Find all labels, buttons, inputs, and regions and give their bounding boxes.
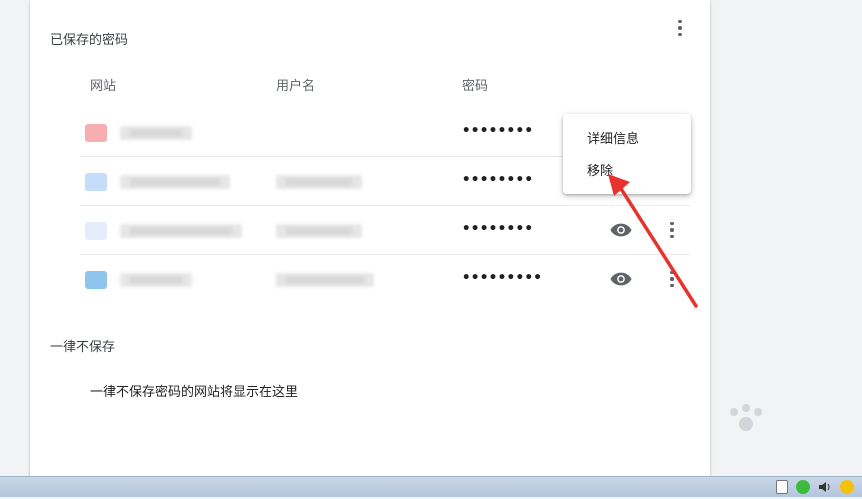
- saved-passwords-title: 已保存的密码: [50, 33, 129, 48]
- more-vert-icon: [678, 19, 682, 24]
- username-redacted: [276, 175, 362, 189]
- site-favicon: [85, 173, 107, 191]
- site-favicon: [85, 271, 107, 289]
- never-saved-title: 一律不保存: [50, 340, 116, 355]
- password-masked: ••••••••: [462, 123, 534, 139]
- password-masked: ••••••••: [462, 172, 534, 188]
- ime-icon[interactable]: [776, 480, 788, 494]
- username-redacted: [276, 224, 362, 238]
- site-name-redacted: [120, 175, 230, 189]
- column-header-username: 用户名: [276, 79, 316, 94]
- column-header-password: 密码: [462, 79, 489, 94]
- baidu-watermark: [652, 400, 822, 475]
- never-saved-empty-message: 一律不保存密码的网站将显示在这里: [90, 385, 299, 400]
- site-name-redacted: [120, 224, 242, 238]
- password-masked: •••••••••: [462, 270, 543, 286]
- network-icon[interactable]: [796, 480, 810, 494]
- site-name-redacted: [120, 126, 192, 140]
- notification-icon[interactable]: [840, 480, 854, 494]
- username-redacted: [276, 273, 374, 287]
- column-header-site: 网站: [90, 79, 117, 94]
- site-favicon: [85, 124, 107, 142]
- annotation-arrow: [608, 174, 698, 308]
- site-favicon: [85, 222, 107, 240]
- saved-passwords-menu-button[interactable]: [668, 16, 692, 40]
- password-masked: ••••••••: [462, 221, 534, 237]
- taskbar: [0, 476, 862, 497]
- menu-item-details[interactable]: 详细信息: [587, 128, 639, 147]
- volume-icon[interactable]: [818, 480, 832, 494]
- site-name-redacted: [120, 273, 192, 287]
